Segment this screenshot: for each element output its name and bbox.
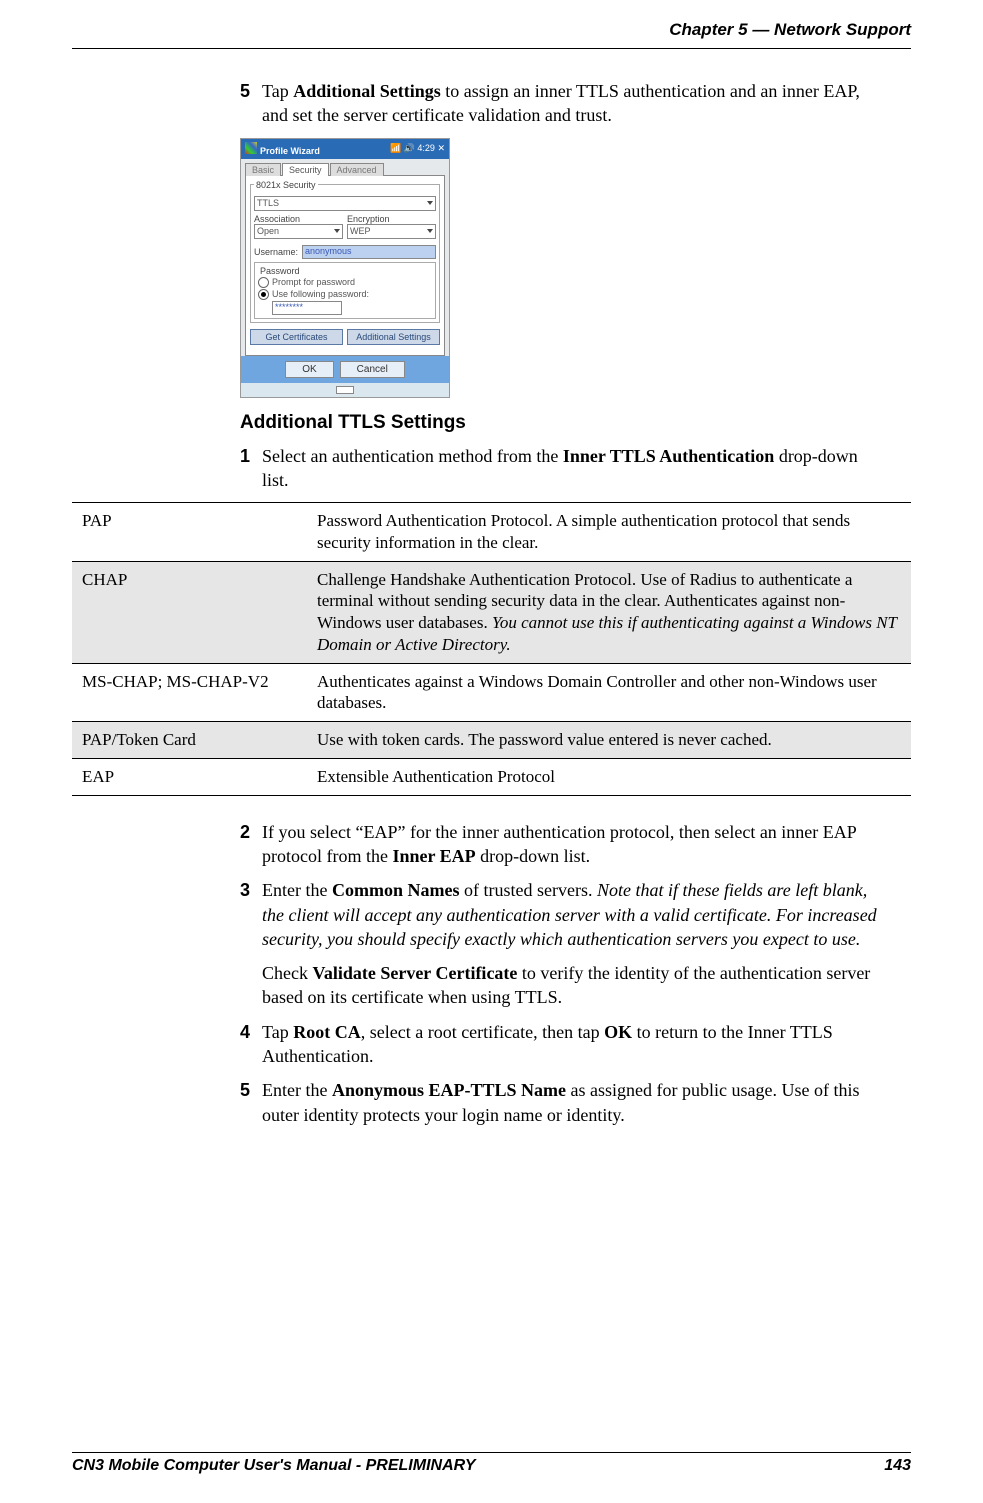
- association-select[interactable]: Open: [254, 224, 343, 239]
- header-rule: [72, 48, 911, 49]
- encryption-select[interactable]: WEP: [347, 224, 436, 239]
- page-number: 143: [884, 1457, 911, 1475]
- password-input[interactable]: ********: [272, 301, 342, 315]
- page-header: Chapter 5 — Network Support: [72, 20, 911, 40]
- window-title: Profile Wizard: [260, 146, 320, 156]
- section-heading: Additional TTLS Settings: [240, 412, 887, 434]
- auth-methods-table: PAPPassword Authentication Protocol. A s…: [72, 502, 911, 796]
- radio-use-password[interactable]: [258, 289, 269, 300]
- username-input[interactable]: anonymous: [302, 245, 436, 259]
- additional-settings-button[interactable]: Additional Settings: [347, 329, 440, 345]
- keyboard-icon[interactable]: [336, 386, 354, 394]
- footer-title: CN3 Mobile Computer User's Manual - PREL…: [72, 1457, 476, 1475]
- titlebar: Profile Wizard 📶 🔊 4:29 ✕: [241, 139, 449, 159]
- tab-advanced[interactable]: Advanced: [330, 163, 384, 176]
- radio-prompt[interactable]: [258, 277, 269, 288]
- chevron-down-icon: [334, 229, 340, 233]
- ttls-select[interactable]: TTLS: [254, 196, 436, 211]
- step-3: 3 Enter the Common Names of trusted serv…: [240, 878, 887, 951]
- page-footer: CN3 Mobile Computer User's Manual - PREL…: [72, 1452, 911, 1475]
- password-fieldset: Password Prompt for password Use followi…: [254, 262, 436, 319]
- intro-step: 5 Tap Additional Settings to assign an i…: [240, 79, 887, 128]
- get-certificates-button[interactable]: Get Certificates: [250, 329, 343, 345]
- step-3-continued: Check Validate Server Certificate to ver…: [262, 961, 887, 1010]
- tray-icons: 📶 🔊 4:29 ✕: [390, 143, 445, 154]
- step-number: 5: [240, 79, 262, 128]
- tab-basic[interactable]: Basic: [245, 163, 281, 176]
- step-5: 5 Enter the Anonymous EAP-TTLS Name as a…: [240, 1078, 887, 1127]
- chevron-down-icon: [427, 201, 433, 205]
- step-2: 2 If you select “EAP” for the inner auth…: [240, 820, 887, 869]
- legend-8021x: 8021x Security: [254, 180, 318, 190]
- cancel-button[interactable]: Cancel: [340, 361, 405, 378]
- step-4: 4 Tap Root CA, select a root certificate…: [240, 1020, 887, 1069]
- ok-button[interactable]: OK: [285, 361, 333, 378]
- sip-bar: [241, 383, 449, 397]
- tab-security[interactable]: Security: [282, 163, 329, 176]
- chevron-down-icon: [427, 229, 433, 233]
- table-row: PAP/Token CardUse with token cards. The …: [72, 722, 911, 759]
- table-row: EAPExtensible Authentication Protocol: [72, 758, 911, 795]
- table-row: MS-CHAP; MS-CHAP-V2Authenticates against…: [72, 663, 911, 722]
- table-row: CHAPChallenge Handshake Authentication P…: [72, 561, 911, 663]
- profile-wizard-screenshot: Profile Wizard 📶 🔊 4:29 ✕ Basic Security…: [240, 138, 450, 398]
- start-icon: [245, 142, 257, 154]
- table-row: PAPPassword Authentication Protocol. A s…: [72, 503, 911, 562]
- step-text: Tap Additional Settings to assign an inn…: [262, 79, 887, 128]
- step-1: 1 Select an authentication method from t…: [240, 444, 887, 493]
